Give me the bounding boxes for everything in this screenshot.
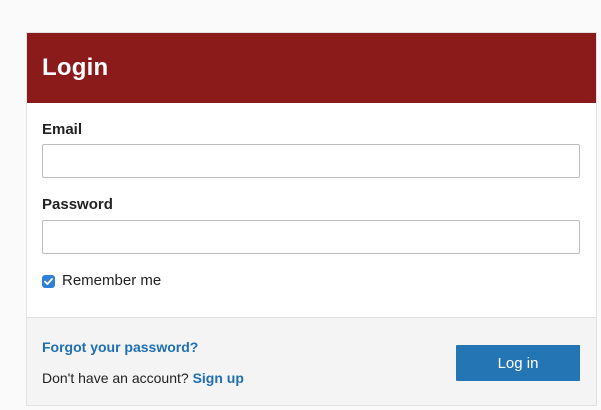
remember-me-checkbox[interactable]	[42, 274, 55, 288]
login-footer: Forgot your password? Don't have an acco…	[27, 317, 596, 405]
login-header: Login	[27, 33, 596, 103]
login-button[interactable]: Log in	[456, 345, 580, 381]
email-field[interactable]	[42, 144, 580, 178]
signup-row: Don't have an account? Sign up	[42, 369, 244, 387]
remember-me-row[interactable]: Remember me	[42, 272, 161, 290]
login-form-body: Email Password Remember me	[27, 103, 596, 317]
signup-link[interactable]: Sign up	[193, 370, 244, 386]
password-label: Password	[42, 196, 113, 213]
checkmark-icon	[44, 277, 53, 285]
email-label: Email	[42, 121, 83, 138]
password-field[interactable]	[42, 220, 580, 254]
forgot-password-link[interactable]: Forgot your password?	[42, 338, 198, 356]
page-title: Login	[42, 54, 109, 81]
remember-me-label: Remember me	[62, 272, 162, 289]
signup-prompt: Don't have an account?	[42, 370, 193, 386]
login-card: Login Email Password Remember me Forgot …	[26, 32, 597, 406]
